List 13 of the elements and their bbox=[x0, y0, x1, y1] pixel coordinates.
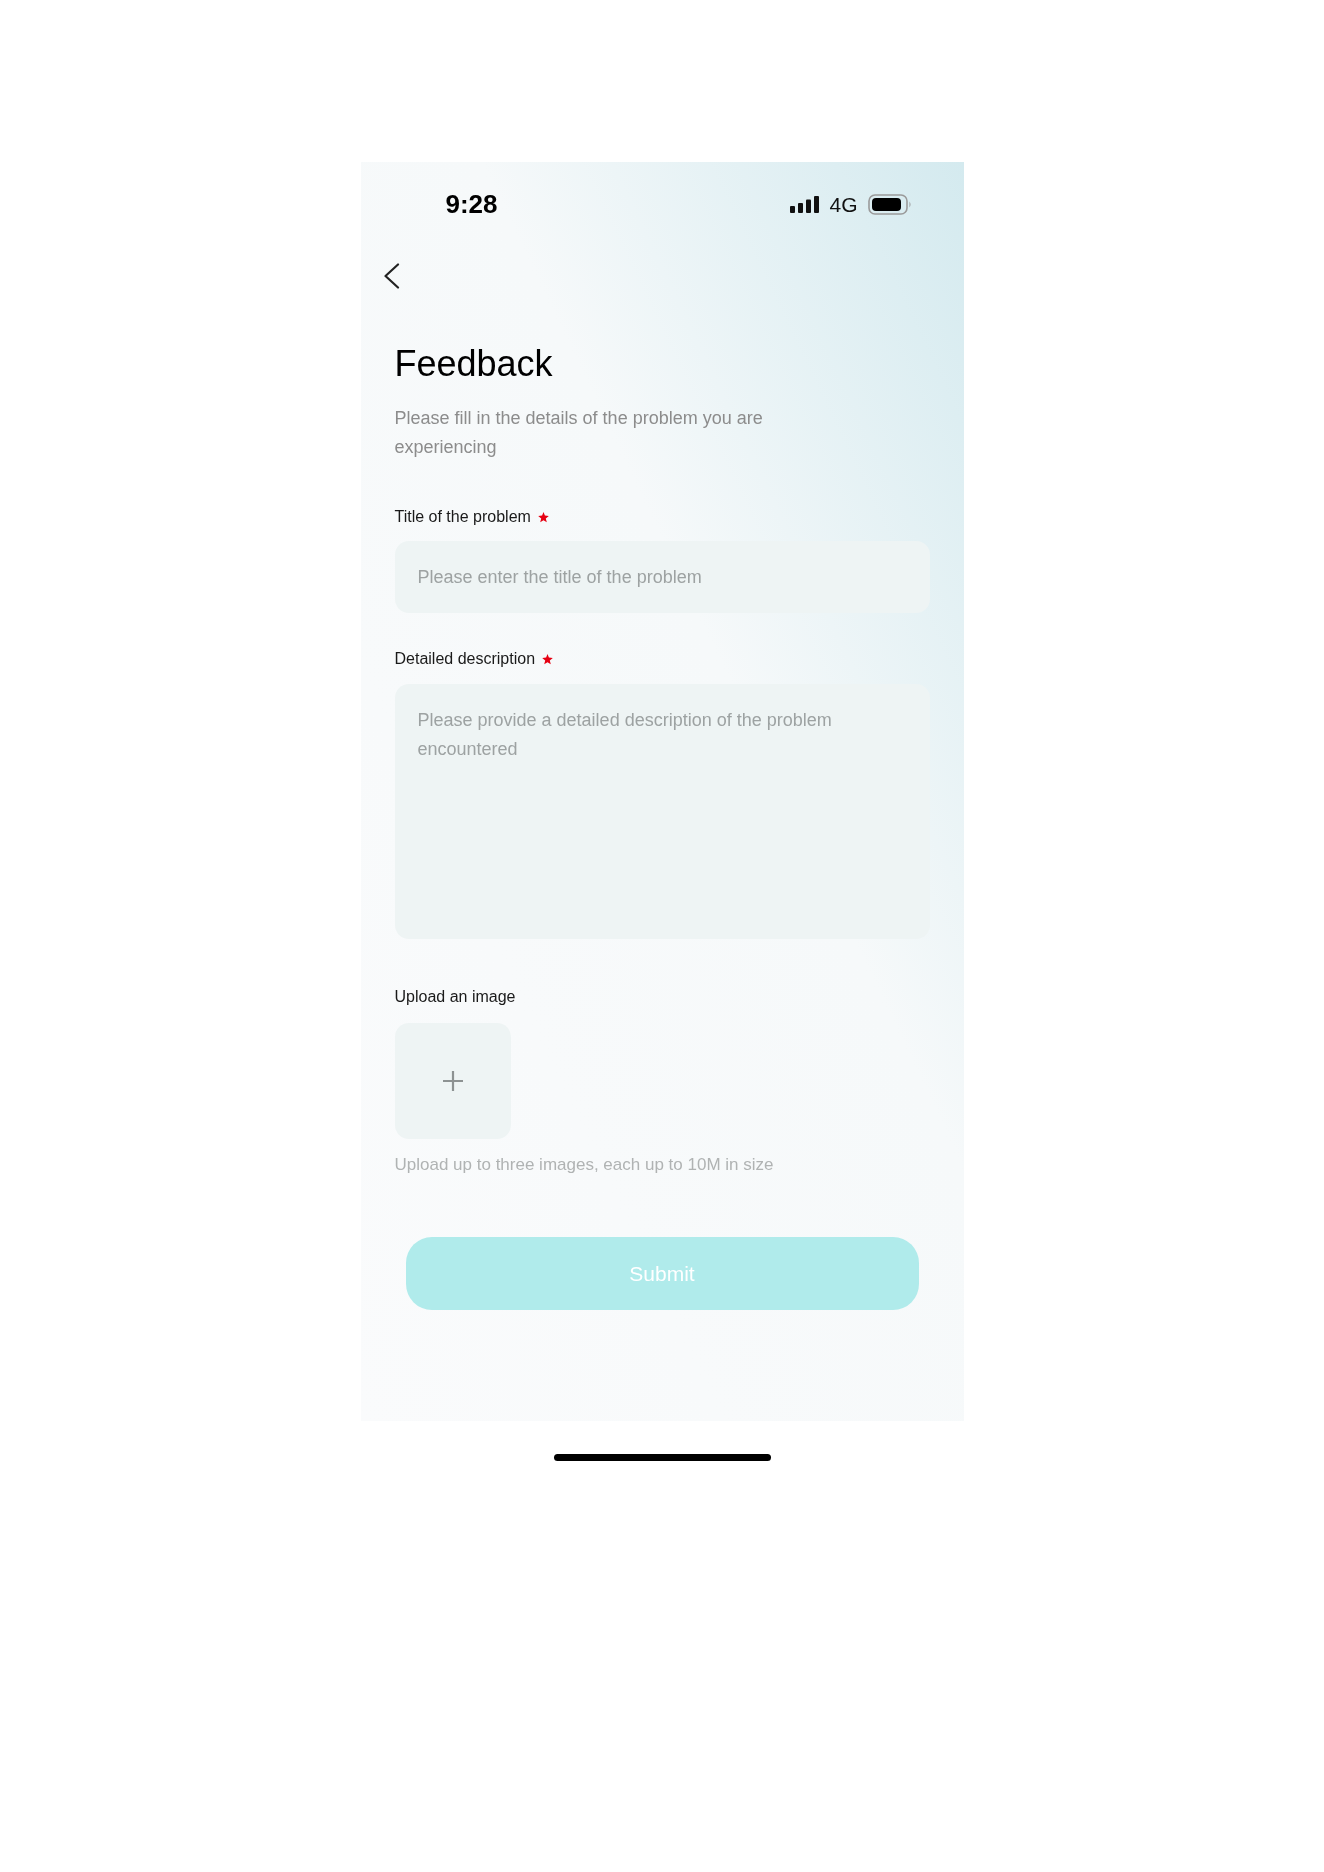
signal-icon bbox=[790, 195, 821, 213]
field-label: Detailed description bbox=[394, 649, 536, 669]
text-area[interactable]: Please provide a detailed description of the problem encountered bbox=[394, 684, 930, 939]
status-time: 9:28 bbox=[445, 191, 498, 217]
field-label: Upload an image bbox=[394, 987, 516, 1007]
upload-hint: Upload up to three images, each up to 10M in size bbox=[394, 1154, 774, 1176]
plus-icon bbox=[441, 1070, 464, 1092]
back-icon[interactable] bbox=[382, 263, 400, 289]
page-subtitle: Please fill in the details of the problem you are experiencing bbox=[394, 407, 764, 459]
page-title: Feedback bbox=[394, 342, 554, 385]
text-field[interactable]: Please enter the title of the problem bbox=[394, 541, 930, 613]
field-label: Title of the problem bbox=[394, 507, 531, 527]
network-label: 4G bbox=[829, 193, 858, 215]
